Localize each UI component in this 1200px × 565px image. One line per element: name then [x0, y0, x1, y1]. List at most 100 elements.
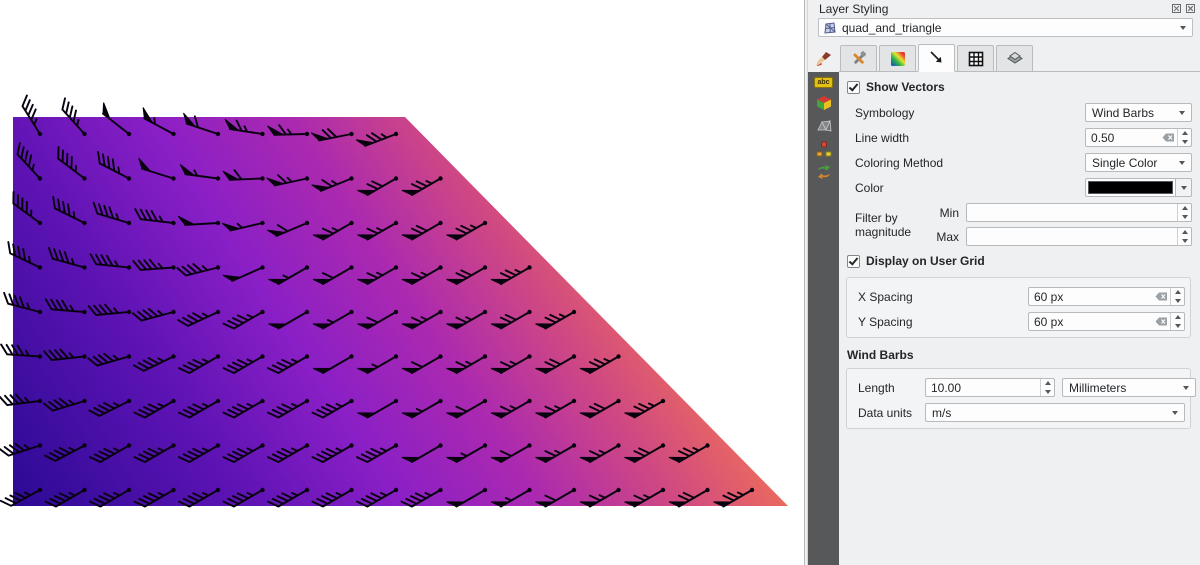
- data-units-row: Data units m/s: [858, 403, 1185, 422]
- clear-field-icon[interactable]: [1153, 313, 1170, 330]
- data-units-label: Data units: [858, 406, 918, 420]
- y-spacing-row: Y Spacing 60 px: [858, 312, 1185, 331]
- symbology-select[interactable]: Wind Barbs: [1085, 103, 1192, 122]
- x-spacing-value: 60 px: [1029, 288, 1153, 305]
- chevron-down-icon: [1179, 161, 1185, 165]
- chevron-down-icon: [1183, 386, 1189, 390]
- filter-label: Filter by magnitude: [855, 211, 928, 239]
- color-gradient-icon: [890, 51, 906, 67]
- coloring-method-select[interactable]: Single Color: [1085, 153, 1192, 172]
- history-arrows-icon[interactable]: [816, 164, 832, 180]
- chevron-down-icon: [1179, 111, 1185, 115]
- x-spacing-label: X Spacing: [858, 290, 1028, 304]
- user-grid-groupbox: X Spacing 60 px: [846, 277, 1191, 338]
- coloring-method-label: Coloring Method: [855, 156, 1085, 170]
- filter-max-spinbox[interactable]: [966, 227, 1192, 246]
- 3d-view-cube-icon[interactable]: [816, 95, 832, 111]
- clear-field-icon[interactable]: [1153, 288, 1170, 305]
- tab-rendering[interactable]: [996, 45, 1033, 71]
- styling-tabbar: [808, 44, 1200, 72]
- barb-length-row: Length 10.00 Millimeters: [858, 378, 1185, 397]
- barb-length-unit-select[interactable]: Millimeters: [1062, 378, 1196, 397]
- qgis-window: Layer Styling quad_and_triangle: [0, 0, 1200, 565]
- line-width-row: Line width 0.50: [855, 128, 1192, 147]
- spin-up-button[interactable]: [1041, 379, 1054, 388]
- wind-barbs-groupbox: Length 10.00 Millimeters: [846, 368, 1191, 429]
- panel-title: Layer Styling: [819, 2, 888, 16]
- color-row: Color: [855, 178, 1192, 197]
- x-spacing-spinbox[interactable]: 60 px: [1028, 287, 1185, 306]
- color-dropdown-button[interactable]: [1176, 178, 1192, 197]
- data-units-value: m/s: [932, 406, 1168, 420]
- layers-diamond-icon: [1007, 51, 1023, 67]
- line-width-value: 0.50: [1086, 129, 1160, 146]
- tab-vectors[interactable]: [918, 44, 955, 72]
- close-panel-icon[interactable]: [1185, 3, 1196, 14]
- labels-abc-icon[interactable]: abc: [814, 77, 832, 88]
- layer-name: quad_and_triangle: [842, 21, 1175, 35]
- spin-up-button[interactable]: [1178, 228, 1191, 237]
- chevron-down-icon: [1180, 26, 1186, 30]
- tab-mesh-frame[interactable]: [957, 45, 994, 71]
- barb-length-unit: Millimeters: [1069, 381, 1179, 395]
- spin-up-button[interactable]: [1171, 313, 1184, 322]
- spin-down-button[interactable]: [1171, 297, 1184, 306]
- y-spacing-spinbox[interactable]: 60 px: [1028, 312, 1185, 331]
- panel-side-tabbar: abc: [808, 72, 839, 565]
- coloring-method-value: Single Color: [1092, 156, 1175, 170]
- barb-length-value: 10.00: [926, 379, 1040, 396]
- tab-contours-colors[interactable]: [879, 45, 916, 71]
- coloring-method-row: Coloring Method Single Color: [855, 153, 1192, 172]
- mesh-layer-icon: [823, 21, 837, 35]
- spin-down-button[interactable]: [1171, 322, 1184, 331]
- barb-length-label: Length: [858, 381, 918, 395]
- display-user-grid-label: Display on User Grid: [866, 254, 985, 268]
- spin-down-button[interactable]: [1178, 138, 1191, 147]
- color-label: Color: [855, 181, 1085, 195]
- display-user-grid-row: Display on User Grid: [847, 254, 1192, 268]
- spin-down-button[interactable]: [1178, 237, 1191, 246]
- line-width-label: Line width: [855, 131, 1085, 145]
- line-width-spinbox[interactable]: 0.50: [1085, 128, 1192, 147]
- clear-field-icon[interactable]: [1160, 129, 1177, 146]
- spin-down-button[interactable]: [1178, 213, 1191, 222]
- vector-arrow-icon: [929, 50, 945, 66]
- symbology-value: Wind Barbs: [1092, 106, 1175, 120]
- show-vectors-checkbox[interactable]: [847, 81, 860, 94]
- chevron-down-icon: [1181, 186, 1187, 190]
- wind-barbs-section-label: Wind Barbs: [847, 348, 1192, 362]
- filter-max-label: Max: [933, 230, 961, 244]
- chevron-down-icon: [1172, 411, 1178, 415]
- mesh-gray-icon[interactable]: [816, 118, 832, 134]
- diagram-icon[interactable]: [816, 141, 832, 157]
- filter-max-value: [967, 228, 1177, 245]
- color-button[interactable]: [1085, 178, 1176, 197]
- map-canvas[interactable]: [0, 0, 804, 565]
- filter-by-magnitude-block: Filter by magnitude Min Max: [855, 203, 1192, 246]
- color-swatch: [1088, 181, 1173, 194]
- float-panel-icon[interactable]: [1171, 3, 1182, 14]
- symbology-brush-icon[interactable]: [816, 51, 832, 67]
- filter-min-value: [967, 204, 1177, 221]
- show-vectors-row: Show Vectors: [847, 80, 1192, 94]
- layer-styling-panel: Layer Styling quad_and_triangle: [808, 0, 1200, 565]
- vector-settings-form: Show Vectors Symbology Wind Barbs Line w…: [839, 72, 1200, 565]
- symbology-label: Symbology: [855, 106, 1085, 120]
- spin-up-button[interactable]: [1178, 204, 1191, 213]
- spin-up-button[interactable]: [1178, 129, 1191, 138]
- check-icon: [849, 255, 859, 265]
- data-units-select[interactable]: m/s: [925, 403, 1185, 422]
- filter-min-spinbox[interactable]: [966, 203, 1192, 222]
- x-spacing-row: X Spacing 60 px: [858, 287, 1185, 306]
- spin-up-button[interactable]: [1171, 288, 1184, 297]
- display-user-grid-checkbox[interactable]: [847, 255, 860, 268]
- barb-length-spinbox[interactable]: 10.00: [925, 378, 1055, 397]
- tab-settings[interactable]: [840, 45, 877, 71]
- layer-selector[interactable]: quad_and_triangle: [818, 18, 1193, 37]
- grid-icon: [968, 51, 984, 67]
- y-spacing-label: Y Spacing: [858, 315, 1028, 329]
- y-spacing-value: 60 px: [1029, 313, 1153, 330]
- spin-down-button[interactable]: [1041, 388, 1054, 397]
- filter-min-label: Min: [933, 206, 961, 220]
- panel-titlebar: Layer Styling: [808, 0, 1200, 15]
